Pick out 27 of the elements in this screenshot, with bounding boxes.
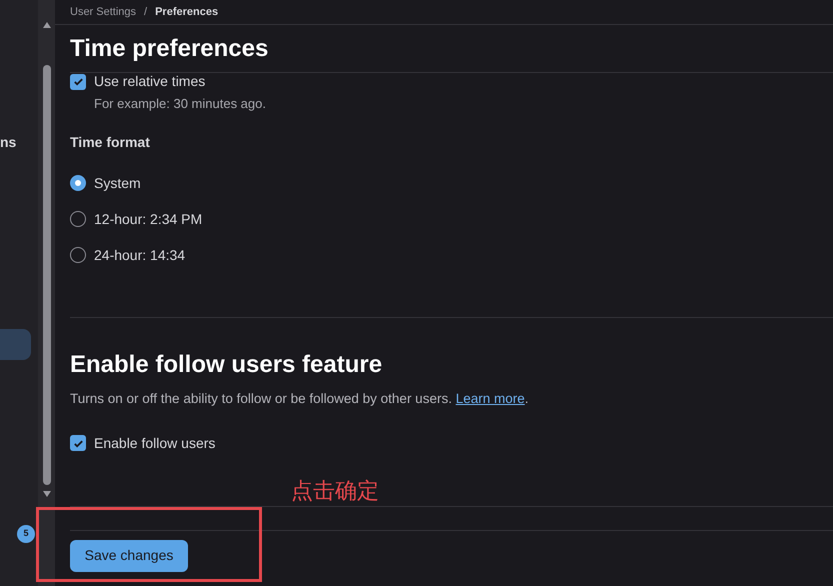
scrollbar-thumb[interactable] (42, 65, 50, 485)
learn-more-link[interactable]: Learn more (456, 390, 525, 406)
field-label: Time format (70, 132, 151, 152)
breadcrumb-link[interactable]: User Settings (70, 4, 136, 20)
checkbox[interactable] (70, 435, 86, 452)
sidebar-item[interactable]: ns (0, 131, 38, 153)
checkbox-label: Enable follow users (94, 434, 216, 453)
radio-button[interactable] (70, 175, 86, 191)
breadcrumb-current: Preferences (155, 4, 218, 20)
section-heading: Time preferences (70, 34, 268, 64)
radio-label: System (94, 174, 141, 193)
radio-button[interactable] (70, 247, 86, 263)
scroll-down-icon[interactable] (42, 491, 50, 497)
hint-text: For example: 30 minutes ago. (94, 95, 267, 113)
section-description: Turns on or off the ability to follow or be followed by other users. Learn more. (70, 390, 530, 408)
check-icon (72, 76, 84, 87)
scroll-up-icon[interactable] (42, 22, 50, 28)
radio-button[interactable] (70, 211, 86, 227)
checkbox-label: Use relative times (94, 72, 206, 91)
radio-label: 24-hour: 14:34 (94, 246, 186, 264)
breadcrumb-separator: / (144, 4, 148, 20)
section-heading: Enable follow users feature (70, 350, 384, 380)
checkbox[interactable] (70, 74, 86, 90)
count-badge: 5 (17, 525, 35, 543)
save-button[interactable]: Save changes (70, 540, 188, 572)
annotation-text: 点击确定 (291, 477, 379, 505)
radio-label: 12-hour: 2:34 PM (94, 210, 202, 228)
